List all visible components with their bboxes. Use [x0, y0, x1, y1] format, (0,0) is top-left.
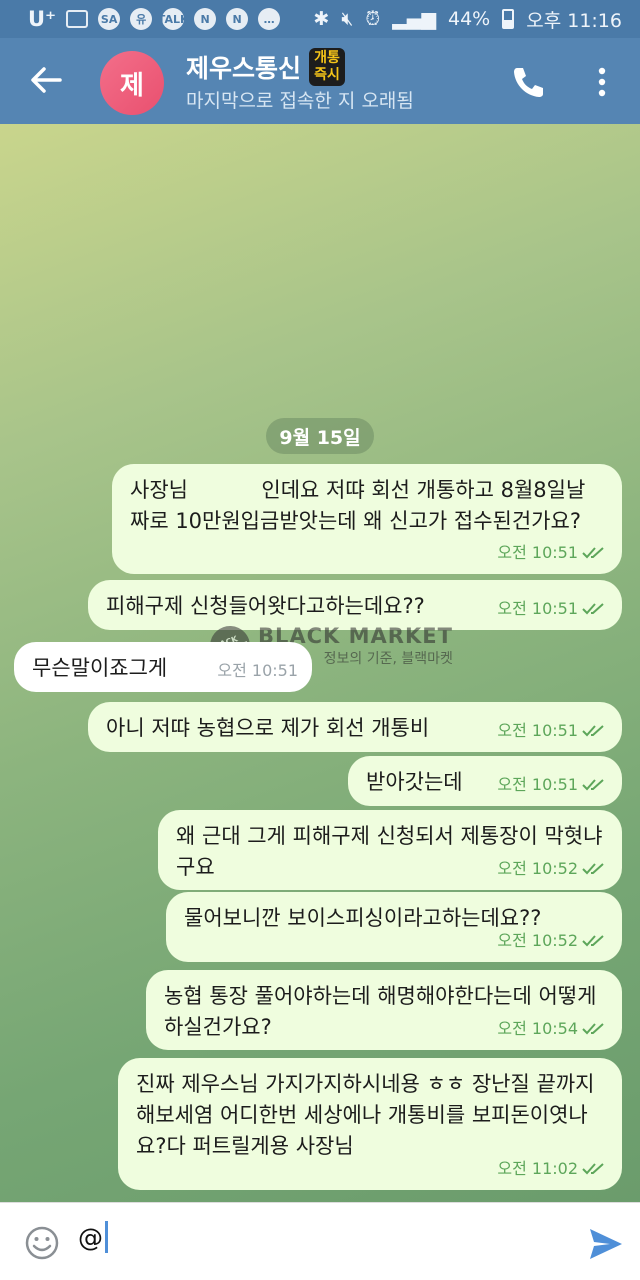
double-check-icon [582, 724, 604, 736]
battery-icon [502, 9, 515, 29]
chat-area[interactable]: 9월 15일 사장님 인데요 저땨 회선 개통하고 8월8일날짜로 10만원입금… [0, 124, 640, 1202]
mute-icon: 🔇︎ [341, 8, 354, 30]
message-bubble[interactable]: 아니 저땨 농협으로 제가 회선 개통비 오전 10:51 [88, 702, 622, 752]
message-meta: 오전 10:52 [497, 853, 608, 884]
phone-call-icon[interactable] [508, 62, 548, 102]
bluetooth-icon: ✱ [313, 8, 330, 30]
chat-header: 제 제우스통신 개통 즉시 마지막으로 접속한 지 오래됨 [0, 38, 640, 124]
signal-icon: ▂▄▆ [392, 8, 436, 30]
message-bubble[interactable]: 왜 근대 그게 피해구제 신청되서 제통장이 막혓냐구요 오전 10:52 [158, 810, 622, 890]
status-left: U⁺ SA 유 TALK N N … [28, 7, 281, 31]
carrier-label: U⁺ [28, 7, 57, 31]
clock-label: 오후 11:16 [526, 9, 622, 32]
message-meta: 오전 10:51 [497, 593, 608, 624]
app-notification-icon: 유 [130, 8, 153, 30]
message-text: 피해구제 신청들어왓다고하는데요?? [106, 594, 425, 618]
message-meta: 오전 10:51 [217, 655, 298, 686]
message-input-value: @ [78, 1222, 103, 1252]
app-notification-icon: SA [98, 8, 121, 30]
more-vert-icon[interactable] [590, 62, 614, 102]
message-time: 오전 10:51 [217, 661, 298, 680]
emoji-icon[interactable] [24, 1225, 60, 1261]
message-meta: 오전 10:51 [497, 715, 608, 746]
message-time: 오전 10:51 [497, 599, 578, 618]
date-separator: 9월 15일 [266, 418, 374, 454]
message-input[interactable]: @ [78, 1221, 108, 1253]
message-time: 오전 10:52 [497, 859, 578, 878]
send-icon[interactable] [588, 1227, 624, 1261]
title-badge: 개통 즉시 [309, 48, 346, 86]
message-bubble[interactable]: 피해구제 신청들어왓다고하는데요?? 오전 10:51 [88, 580, 622, 630]
message-bubble[interactable]: 진짜 제우스님 가지가지하시네용 ㅎㅎ 장난질 끝까지해보세염 어디한번 세상에… [118, 1058, 622, 1190]
message-time: 오전 10:51 [497, 543, 578, 562]
message-text: 진짜 제우스님 가지가지하시네용 ㅎㅎ 장난질 끝까지해보세염 어디한번 세상에… [136, 1072, 595, 1158]
message-time: 오전 11:02 [497, 1159, 578, 1178]
message-bubble[interactable]: 사장님 인데요 저땨 회선 개통하고 8월8일날짜로 10만원입금받앗는데 왜 … [112, 464, 622, 574]
gallery-icon [66, 10, 89, 28]
message-text: 사장님 인데요 저땨 회선 개통하고 8월8일날짜로 10만원입금받앗는데 왜 … [130, 478, 586, 533]
double-check-icon [582, 546, 604, 558]
message-bubble[interactable]: 물어보니깐 보이스피싱이라고하는데요?? 오전 10:52 [166, 892, 622, 962]
badge-line-1: 개통 [314, 50, 340, 66]
status-bar: U⁺ SA 유 TALK N N … ✱ 🔇︎ ⏰︎ ▂▄▆ 44% 오후 11… [0, 0, 640, 38]
more-notifications-icon: … [258, 8, 281, 30]
double-check-icon [582, 1162, 604, 1174]
chat-title-row[interactable]: 제우스통신 개통 즉시 [186, 48, 346, 86]
text-caret [105, 1221, 108, 1253]
message-time: 오전 10:51 [497, 721, 578, 740]
message-time: 오전 10:51 [497, 775, 578, 794]
message-text: 아니 저땨 농협으로 제가 회선 개통비 [106, 716, 430, 740]
message-time: 오전 10:54 [497, 1019, 578, 1038]
last-seen-status: 마지막으로 접속한 지 오래됨 [186, 90, 414, 112]
double-check-icon [582, 778, 604, 790]
chat-title: 제우스통신 [186, 54, 302, 83]
double-check-icon [582, 602, 604, 614]
message-meta: 오전 10:54 [497, 1013, 608, 1044]
double-check-icon [582, 862, 604, 874]
message-meta: 오전 10:51 [497, 769, 608, 800]
naver-notification-icon: N [226, 8, 249, 30]
message-bubble[interactable]: 받아갓는데 오전 10:51 [348, 756, 622, 806]
message-time: 오전 10:52 [497, 931, 578, 950]
message-bubble[interactable]: 무슨말이죠그게 오전 10:51 [14, 642, 312, 692]
message-meta: 오전 10:51 [497, 537, 608, 568]
talk-notification-icon: TALK [158, 8, 189, 30]
double-check-icon [582, 934, 604, 946]
message-meta: 오전 11:02 [497, 1153, 608, 1184]
avatar[interactable]: 제 [100, 51, 164, 115]
message-composer: @ [0, 1202, 640, 1280]
message-text: 무슨말이죠그게 [32, 656, 168, 680]
status-right: ✱ 🔇︎ ⏰︎ ▂▄▆ 44% 오후 11:16 [313, 6, 622, 33]
message-text: 받아갓는데 [366, 770, 463, 794]
alarm-icon: ⏰︎ [365, 8, 381, 30]
message-text: 물어보니깐 보이스피싱이라고하는데요?? [184, 906, 542, 930]
back-arrow-icon[interactable] [26, 60, 66, 100]
naver-notification-icon: N [194, 8, 217, 30]
message-bubble[interactable]: 농협 통장 풀어야하는데 해명해야한다는데 어떻게하실건가요? 오전 10:54 [146, 970, 622, 1050]
double-check-icon [582, 1022, 604, 1034]
badge-line-2: 즉시 [314, 67, 340, 83]
message-meta: 오전 10:52 [497, 925, 608, 956]
battery-label: 44% [448, 8, 491, 30]
